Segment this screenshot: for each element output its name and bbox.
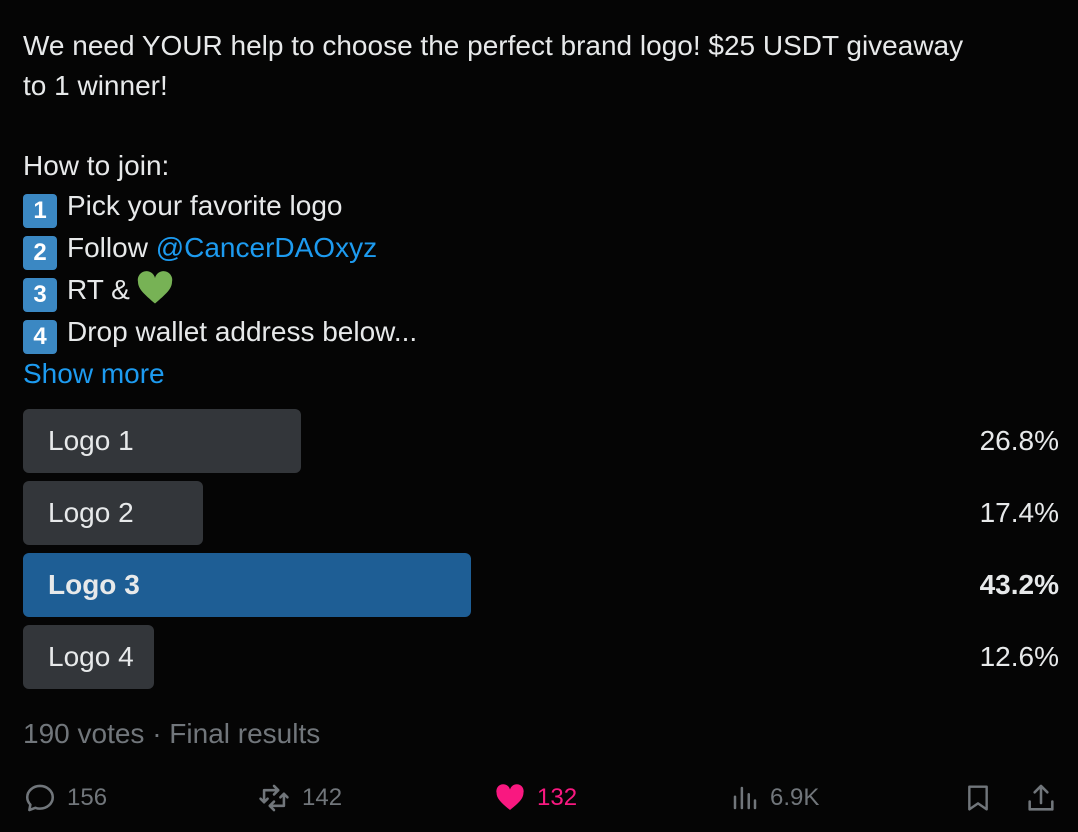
step-4: 4 Drop wallet address below... <box>23 312 1058 354</box>
tweet-line-2: to 1 winner! <box>23 70 168 101</box>
poll-option-logo-1: Logo 1 26.8% <box>23 409 1059 473</box>
green-heart-icon <box>137 271 172 304</box>
poll-option-label: Logo 4 <box>48 641 134 672</box>
action-bar: 156 142 132 6.9K <box>0 776 1078 820</box>
like-count: 132 <box>537 784 578 811</box>
step-3-text: RT & <box>67 274 130 305</box>
repost-count: 142 <box>302 784 343 811</box>
poll-option-percent: 17.4% <box>979 497 1059 528</box>
like-button[interactable]: 132 <box>493 776 577 820</box>
share-button[interactable] <box>1024 776 1058 820</box>
tweet: We need YOUR help to choose the perfect … <box>0 0 1078 832</box>
step-2-text: Follow <box>67 232 156 263</box>
step-1: 1 Pick your favorite logo <box>23 186 1058 228</box>
tweet-text: We need YOUR help to choose the perfect … <box>23 26 1058 394</box>
views-chart-icon <box>733 786 757 810</box>
reply-icon <box>25 784 55 812</box>
repost-button[interactable]: 142 <box>256 776 342 820</box>
keycap-1-icon: 1 <box>23 194 57 228</box>
views-button[interactable]: 6.9K <box>730 776 819 820</box>
poll-option-label: Logo 1 <box>48 425 134 456</box>
poll-option-percent: 43.2% <box>979 569 1059 600</box>
poll: Logo 1 26.8% Logo 2 17.4% Logo 3 43.2% L… <box>23 409 1059 697</box>
keycap-2-icon: 2 <box>23 236 57 270</box>
reply-button[interactable]: 156 <box>23 776 107 820</box>
step-2: 2 Follow @CancerDAOxyz <box>23 228 1058 270</box>
step-4-text: Drop wallet address below... <box>67 316 418 347</box>
mention-link[interactable]: @CancerDAOxyz <box>156 232 377 263</box>
bookmark-button[interactable] <box>962 776 994 820</box>
poll-option-percent: 26.8% <box>979 425 1059 456</box>
share-icon <box>1028 784 1054 811</box>
poll-option-percent: 12.6% <box>979 641 1059 672</box>
reply-count: 156 <box>67 784 108 811</box>
poll-option-label: Logo 2 <box>48 497 134 528</box>
poll-meta: 190 votes · Final results <box>23 718 321 749</box>
poll-option-logo-4: Logo 4 12.6% <box>23 625 1059 689</box>
how-to-join: How to join: <box>23 150 170 181</box>
repost-icon <box>259 784 289 812</box>
heart-filled-icon <box>496 784 524 811</box>
step-1-text: Pick your favorite logo <box>67 190 343 221</box>
show-more-link[interactable]: Show more <box>23 354 1058 394</box>
keycap-4-icon: 4 <box>23 320 57 354</box>
poll-option-label: Logo 3 <box>48 569 140 600</box>
step-3: 3 RT & <box>23 270 1058 312</box>
tweet-line-1: We need YOUR help to choose the perfect … <box>23 30 964 61</box>
view-count: 6.9K <box>770 784 820 811</box>
keycap-3-icon: 3 <box>23 278 57 312</box>
bookmark-icon <box>968 785 988 811</box>
poll-option-logo-2: Logo 2 17.4% <box>23 481 1059 545</box>
poll-option-logo-3: Logo 3 43.2% <box>23 553 1059 617</box>
